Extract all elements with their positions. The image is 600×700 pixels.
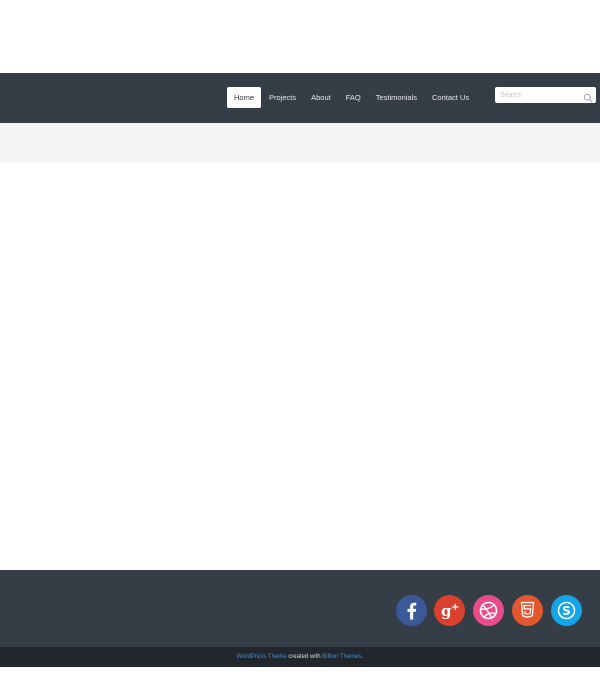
footer-credits: WordPress Theme created with Billion The… xyxy=(0,647,600,667)
google-plus-icon[interactable]: g + xyxy=(434,595,465,626)
credit-text: created with xyxy=(286,654,323,660)
nav-item-faq[interactable]: FAQ xyxy=(339,87,368,108)
nav-item-home[interactable]: Home xyxy=(227,87,262,108)
search-box xyxy=(495,87,596,103)
wordpress-theme-link[interactable]: WordPress Theme xyxy=(237,654,287,660)
facebook-icon[interactable] xyxy=(396,595,427,626)
nav-item-testimonials[interactable]: Testimonials xyxy=(369,87,424,108)
nav-item-about[interactable]: About xyxy=(304,87,338,108)
html5-icon[interactable] xyxy=(512,595,543,626)
dribbble-icon[interactable] xyxy=(473,595,504,626)
page-title-bar xyxy=(0,123,600,163)
svg-text:S: S xyxy=(562,604,571,618)
credit-end: . xyxy=(361,654,364,660)
svg-text:+: + xyxy=(451,602,459,613)
search-icon[interactable] xyxy=(583,90,593,103)
footer: g + S xyxy=(0,570,600,647)
page: Home Projects About FAQ Testimonials Con… xyxy=(0,0,600,700)
main-menu: Home Projects About FAQ Testimonials Con… xyxy=(227,87,477,108)
nav-item-contact-us[interactable]: Contact Us xyxy=(425,87,476,108)
search-input[interactable] xyxy=(495,87,584,103)
nav-item-projects[interactable]: Projects xyxy=(262,87,303,108)
billion-themes-link[interactable]: Billion Themes xyxy=(322,654,361,660)
skype-icon[interactable]: S xyxy=(551,595,582,626)
